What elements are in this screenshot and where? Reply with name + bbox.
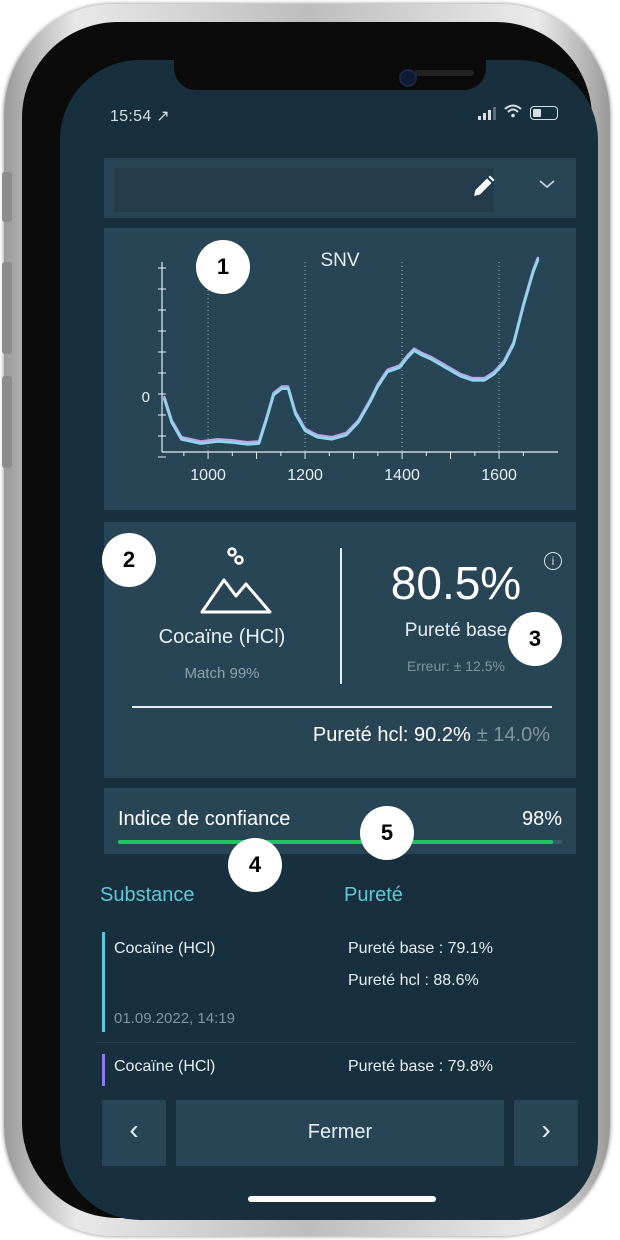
chart-title: SNV (320, 250, 359, 271)
status-icons (478, 104, 558, 122)
chart-x-tick-label: 1600 (481, 467, 517, 484)
home-indicator[interactable] (248, 1196, 436, 1202)
history-date: 01.09.2022, 14:19 (114, 1010, 235, 1027)
chevron-left-icon: ‹ (129, 1114, 139, 1145)
close-button-label: Fermer (307, 1121, 373, 1143)
camera (399, 69, 417, 87)
wifi-icon (504, 104, 522, 122)
close-button[interactable]: Fermer (176, 1100, 504, 1166)
result-card: Cocaïne (HCl) Match 99% 80.5% i Pureté b… (104, 522, 576, 778)
phone-bezel: 15:54 ↗ SNV 0 1000 1200 1400 1600 Cocaïn… (22, 22, 598, 1220)
history-purity-base: Pureté base : 79.1% (348, 940, 493, 957)
column-purity-header[interactable]: Pureté (344, 884, 403, 907)
annotation-badge-5: 5 (360, 806, 414, 860)
battery-icon (530, 106, 558, 120)
signal-icon (478, 106, 496, 120)
chevron-right-icon: › (541, 1114, 551, 1145)
chevron-down-icon[interactable] (538, 174, 556, 195)
status-time: 15:54 ↗ (110, 108, 170, 125)
horizontal-divider (132, 706, 552, 708)
chart-x-tick-label: 1000 (190, 467, 226, 484)
volume-up-button (2, 262, 12, 354)
edit-pencil-icon[interactable] (470, 174, 496, 207)
confidence-card: Indice de confiance 98% (104, 788, 576, 854)
vertical-divider (340, 548, 342, 684)
mute-switch (2, 172, 12, 222)
previous-button[interactable]: ‹ (102, 1100, 166, 1166)
annotation-badge-3: 3 (508, 612, 562, 666)
hcl-purity-line: Pureté hcl: 90.2% ± 14.0% (313, 724, 550, 747)
volume-down-button (2, 376, 12, 468)
confidence-value: 98% (521, 808, 562, 830)
sample-header (104, 158, 576, 218)
info-icon[interactable]: i (544, 552, 562, 570)
substance-mountain-icon (200, 547, 272, 614)
column-substance-header[interactable]: Substance (100, 884, 195, 907)
purity-value: 80.5% (390, 557, 522, 609)
confidence-bar-fill (118, 840, 554, 844)
history-purity-hcl: Pureté hcl : 88.6% (348, 972, 479, 989)
speaker (414, 70, 474, 76)
chart-x-tick-label: 1400 (384, 467, 420, 484)
annotation-badge-4: 4 (228, 838, 282, 892)
notch (174, 60, 486, 90)
match-score: Match 99% (184, 665, 260, 682)
sample-name-field[interactable] (114, 168, 494, 212)
annotation-badge-1: 1 (196, 240, 250, 294)
row-divider (96, 1042, 576, 1043)
history-substance: Cocaïne (HCl) (114, 1058, 216, 1075)
spectrum-chart: SNV 0 1000 1200 1400 1600 (142, 250, 558, 484)
history-purity-base: Pureté base : 79.8% (348, 1058, 493, 1075)
history-row-accent (102, 1054, 105, 1086)
confidence-label: Indice de confiance (118, 808, 291, 830)
history-row-accent (102, 932, 105, 1032)
confidence-bar (118, 840, 562, 844)
chart-x-tick-label: 1200 (287, 467, 323, 484)
detected-substance: Cocaïne (HCl) (158, 626, 286, 648)
hcl-error: ± 14.0% (476, 724, 550, 746)
next-button[interactable]: › (514, 1100, 578, 1166)
history-substance: Cocaïne (HCl) (114, 940, 216, 957)
hcl-purity: Pureté hcl: 90.2% (312, 724, 471, 746)
annotation-badge-2: 2 (102, 533, 156, 587)
chart-y-tick-label: 0 (142, 389, 150, 406)
spectrum-chart-card: SNV 0 1000 1200 1400 1600 (104, 228, 576, 510)
